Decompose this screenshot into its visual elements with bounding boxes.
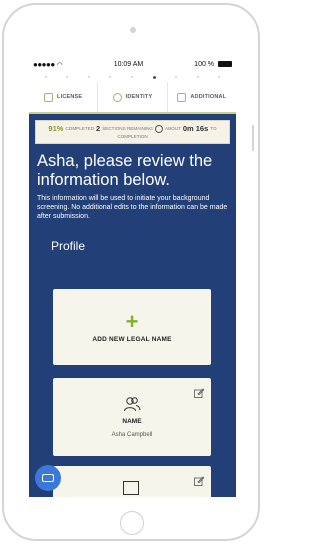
page-title: Asha, please review the information belo… [37, 152, 213, 189]
step-dot [87, 76, 90, 78]
progress-line-1: 91% COMPLETED 2 SECTIONS REMAINING ABOUT… [48, 124, 216, 133]
status-time: 10:09 AM [113, 61, 144, 68]
page-description: This information will be used to initiat… [37, 195, 228, 220]
chat-button[interactable] [35, 465, 61, 491]
tab-additional[interactable]: ADDITIONAL [166, 82, 236, 112]
people-icon [124, 397, 141, 412]
tab-identity[interactable]: IDENTITY [97, 82, 166, 112]
tab-identity-label: IDENTITY [125, 94, 153, 100]
sections-count: 2 [96, 124, 101, 134]
step-dot [66, 76, 69, 78]
completion-label: COMPLETION [117, 133, 148, 139]
tab-license-label: LICENSE [57, 94, 83, 100]
tab-license[interactable]: LICENSE [29, 82, 97, 112]
step-dot [130, 76, 133, 78]
step-dot [175, 76, 178, 78]
edit-icon[interactable] [194, 388, 204, 398]
name-label: NAME [122, 418, 142, 425]
step-dot [44, 76, 47, 78]
about-label: ABOUT [165, 126, 181, 132]
wifi-icon: ◠ [56, 61, 63, 69]
step-dot-active [152, 75, 156, 79]
battery-percent: 100 % [194, 61, 215, 68]
calendar-icon [123, 481, 139, 495]
add-legal-name-card[interactable]: + ADD NEW LEGAL NAME [53, 289, 211, 365]
completed-label: COMPLETED [65, 126, 95, 132]
signal-icon: ●●●●● [33, 60, 55, 69]
tab-additional-label: ADDITIONAL [190, 94, 227, 100]
home-button[interactable] [120, 511, 144, 535]
progress-banner: 91% COMPLETED 2 SECTIONS REMAINING ABOUT… [35, 120, 230, 144]
step-dot [109, 76, 112, 78]
battery-group: 100 % [194, 61, 232, 68]
additional-icon [177, 92, 187, 102]
sections-label: SECTIONS REMAINING [102, 126, 153, 132]
camera-dot [130, 27, 136, 33]
signal-group: ●●●●● ◠ [33, 60, 63, 69]
plus-icon: + [125, 308, 139, 334]
license-icon [44, 92, 54, 102]
date-card [53, 466, 211, 497]
progress-percent: 91% [48, 124, 64, 134]
battery-icon [217, 61, 232, 68]
name-card: NAME Asha Campbell [53, 378, 211, 456]
chat-icon [42, 474, 54, 482]
profile-section-title: Profile [51, 239, 86, 254]
step-dot [196, 76, 199, 78]
time-remaining: 0m 16s [182, 124, 209, 134]
identity-icon [112, 92, 122, 102]
step-dot [218, 76, 221, 78]
clock-icon [155, 125, 163, 134]
side-button [252, 125, 254, 151]
status-bar: ●●●●● ◠ 10:09 AM 100 % [29, 57, 236, 72]
to-label: TO [210, 126, 217, 132]
edit-icon[interactable] [194, 476, 204, 486]
name-value: Asha Campbell [111, 432, 153, 438]
section-tabs: LICENSE IDENTITY ADDITIONAL [29, 82, 236, 114]
progress-wrapper: 91% COMPLETED 2 SECTIONS REMAINING ABOUT… [29, 114, 236, 144]
add-legal-name-label: ADD NEW LEGAL NAME [92, 335, 172, 343]
app-screen: ●●●●● ◠ 10:09 AM 100 % LICENSE IDENTITY [29, 57, 236, 497]
step-indicator [29, 72, 236, 82]
